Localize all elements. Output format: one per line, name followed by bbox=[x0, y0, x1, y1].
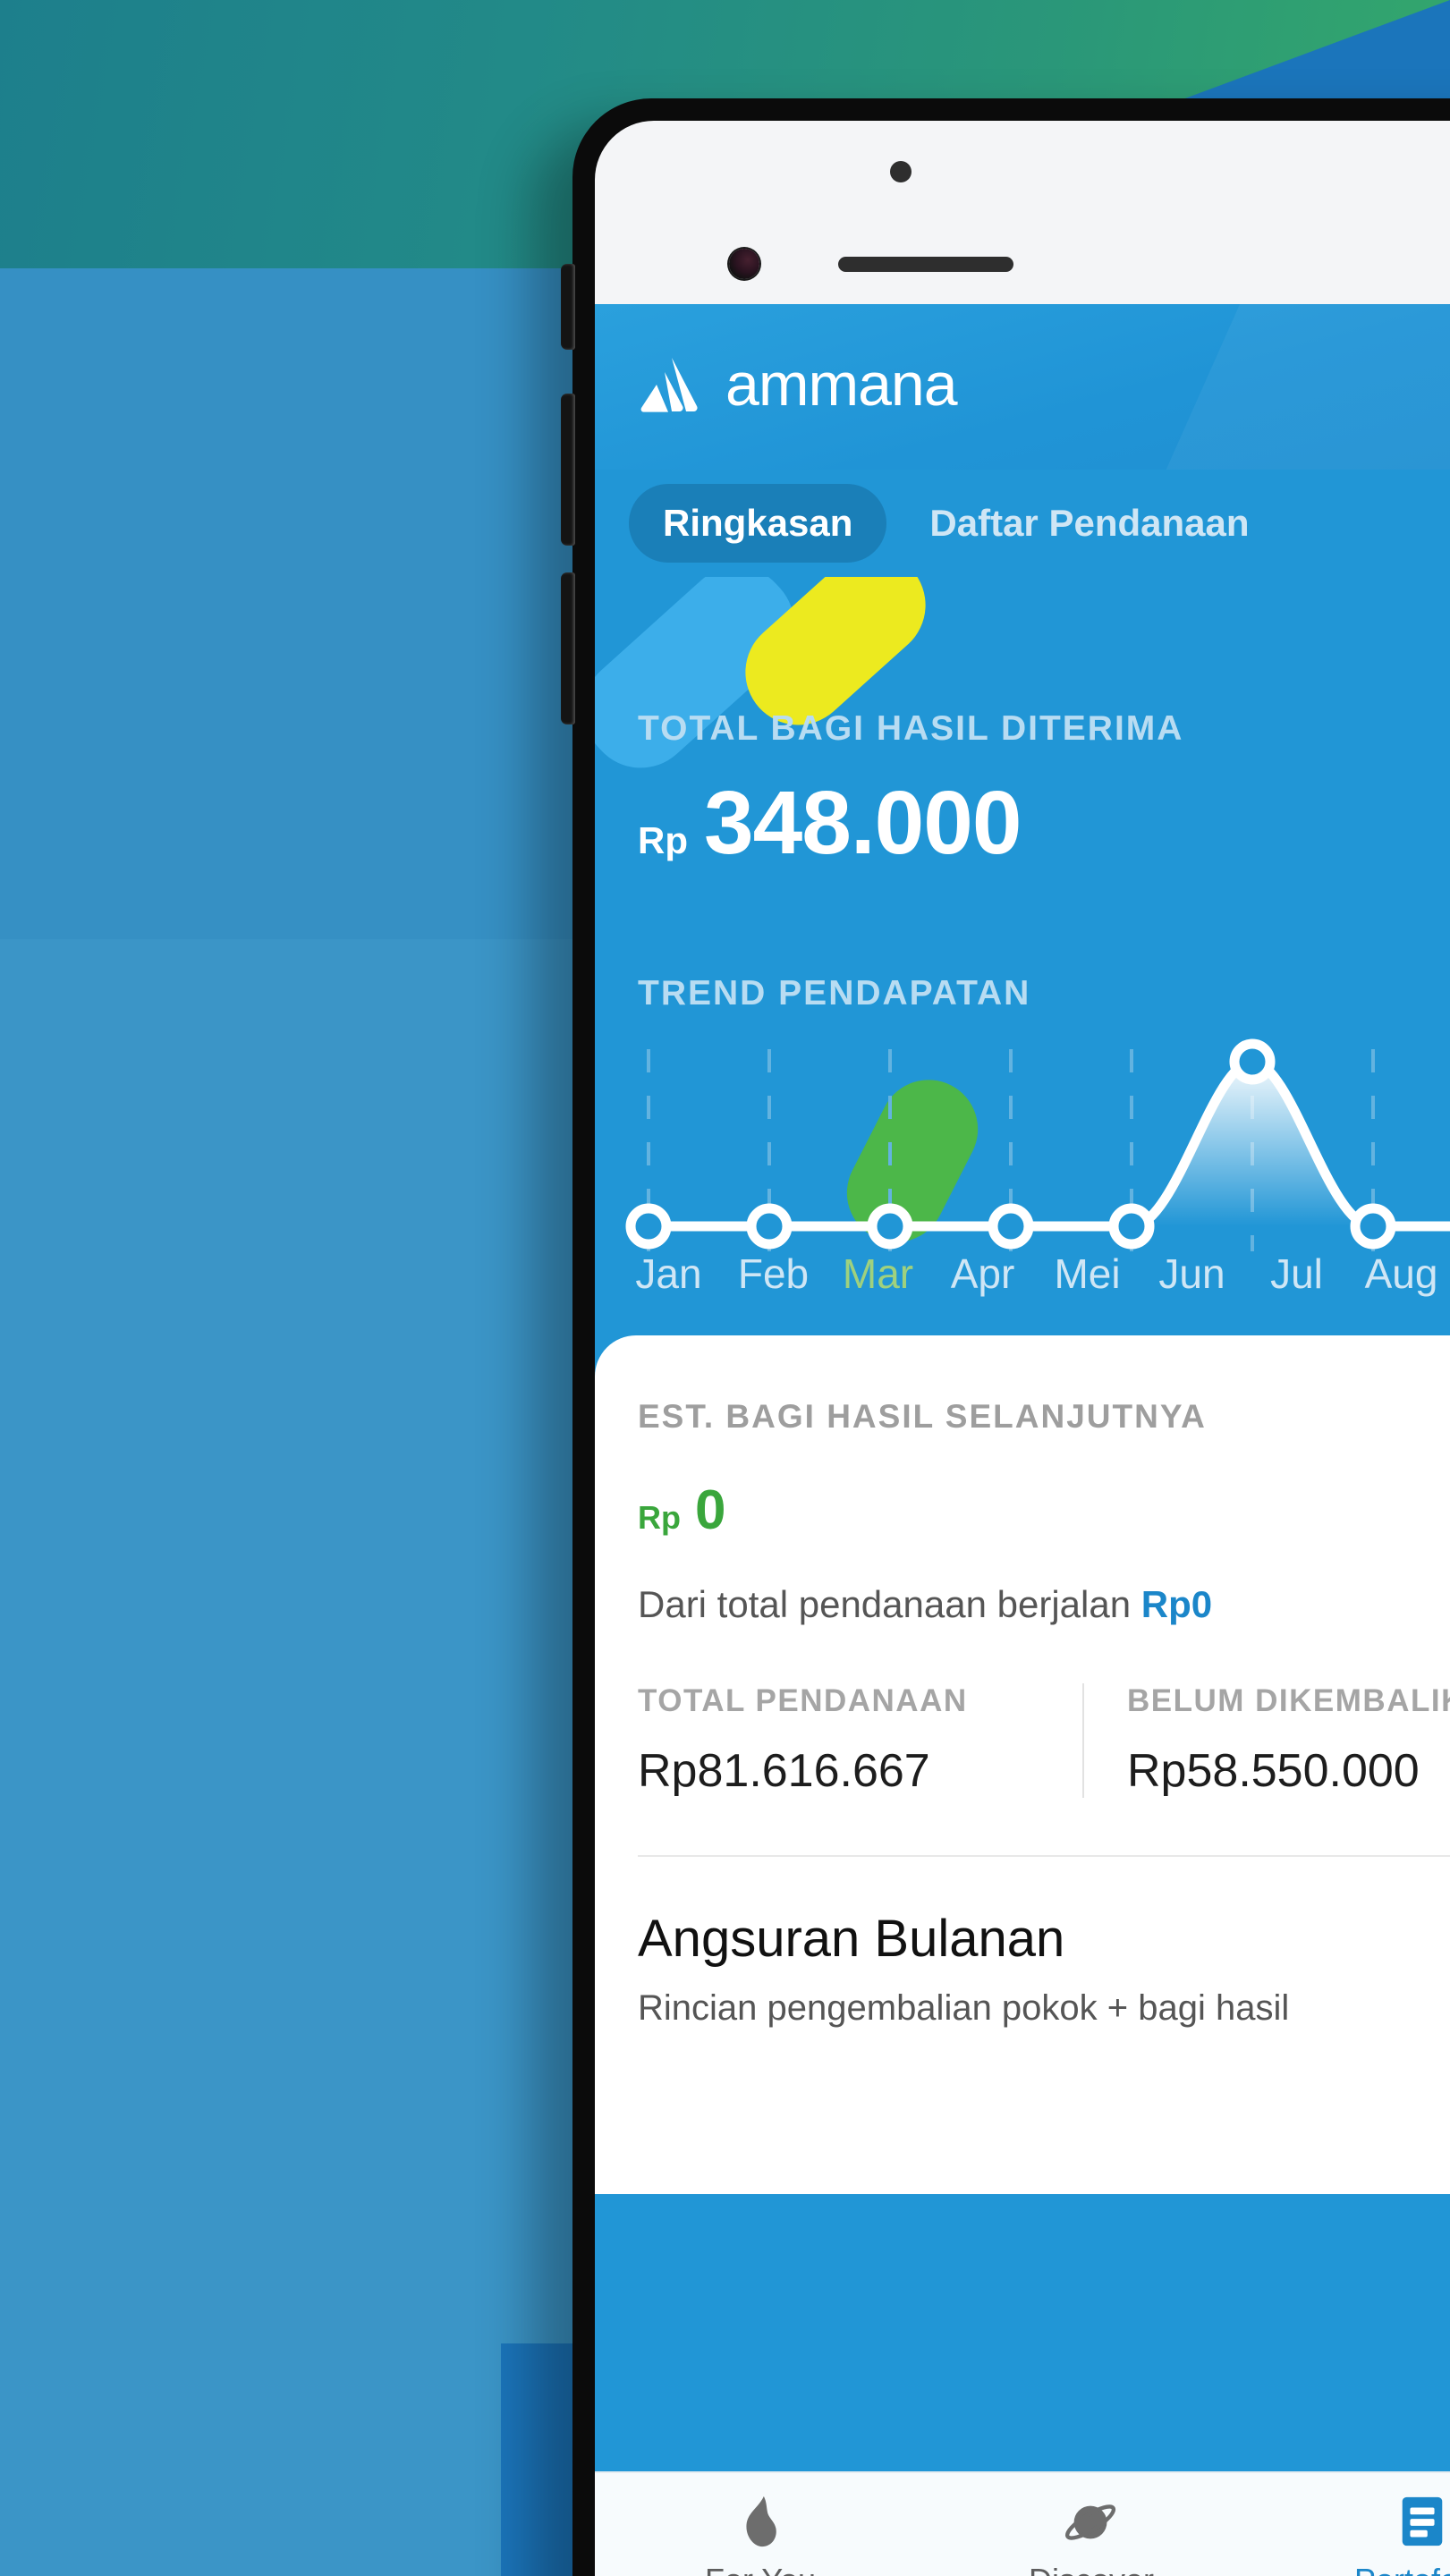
planet-icon bbox=[1064, 2504, 1116, 2540]
chart-title: TREND PENDAPATAN bbox=[638, 974, 1031, 1013]
hero-value: 348.000 bbox=[704, 773, 1022, 873]
chart-tick-jul: Jul bbox=[1270, 1250, 1323, 1297]
section-title: Angsuran Bulanan bbox=[638, 1910, 1065, 1968]
nav-label: Portofolio bbox=[1354, 2562, 1450, 2576]
summary-card: EST. BAGI HASIL SELANJUTNYA Rp 0 Dari to… bbox=[595, 1335, 1450, 2194]
phone-screen-bezel: ammana Ringkasan Daftar Pendanaan TOTAL … bbox=[595, 121, 1450, 2576]
app-header: ammana bbox=[595, 304, 1450, 470]
tab-daftar-pendanaan[interactable]: Daftar Pendanaan bbox=[895, 484, 1283, 563]
ammana-mountain-icon bbox=[640, 358, 698, 412]
phone-frame: ammana Ringkasan Daftar Pendanaan TOTAL … bbox=[561, 98, 1450, 2576]
chart-tick-apr: Apr bbox=[950, 1250, 1015, 1297]
volume-down-button[interactable] bbox=[561, 572, 575, 724]
chart-tick-mar: Mar bbox=[842, 1250, 914, 1297]
section-description: Rincian pengembalian pokok + bagi hasil bbox=[638, 1988, 1290, 2028]
card-divider bbox=[638, 1855, 1450, 1857]
volume-up-button[interactable] bbox=[561, 394, 575, 546]
est-currency: Rp bbox=[638, 1499, 681, 1536]
income-trend-chart: TREND PENDAPATAN Jan Feb Mar Apr Mei Jun… bbox=[595, 962, 1450, 1337]
chart-plot-area bbox=[595, 1028, 1450, 1260]
running-funding-line: Dari total pendanaan berjalan Rp0 bbox=[638, 1583, 1450, 1626]
nav-item-portofolio[interactable]: Portofolio bbox=[1257, 2494, 1450, 2576]
chart-tick-mei: Mei bbox=[1054, 1250, 1121, 1297]
front-camera-icon bbox=[729, 249, 759, 279]
portfolio-icon bbox=[1402, 2496, 1443, 2546]
stats-row: TOTAL PENDANAAN Rp81.616.667 BELUM DIKEM… bbox=[638, 1683, 1450, 1798]
flame-icon bbox=[746, 2496, 776, 2546]
stat-label: TOTAL PENDANAAN bbox=[638, 1683, 968, 1718]
stat-belum-dikembalikan: BELUM DIKEMBALIKAN Rp58.550.000 bbox=[1082, 1683, 1450, 1798]
running-funding-amount[interactable]: Rp0 bbox=[1141, 1583, 1212, 1625]
running-funding-text: Dari total pendanaan berjalan bbox=[638, 1583, 1132, 1625]
stat-value: Rp58.550.000 bbox=[1127, 1745, 1420, 1797]
bottom-navigation: For You Discover Por bbox=[595, 2471, 1450, 2576]
est-value: 0 bbox=[695, 1479, 726, 1541]
brand-name: ammana bbox=[725, 351, 958, 419]
chart-tick-jan: Jan bbox=[635, 1250, 702, 1297]
chart-tick-aug: Aug bbox=[1364, 1250, 1438, 1297]
app-screen: ammana Ringkasan Daftar Pendanaan TOTAL … bbox=[595, 304, 1450, 2576]
chart-svg bbox=[625, 1038, 1450, 1251]
earpiece-speaker-icon bbox=[838, 257, 1013, 272]
nav-label: Discover bbox=[1029, 2562, 1154, 2576]
proximity-sensor-icon bbox=[890, 161, 912, 182]
hero-currency: Rp bbox=[638, 819, 688, 861]
chart-x-axis-labels: Jan Feb Mar Apr Mei Jun Jul Aug bbox=[595, 1250, 1450, 1298]
nav-item-for-you[interactable]: For You bbox=[595, 2494, 926, 2576]
nav-label: For You bbox=[705, 2562, 816, 2576]
stat-label: BELUM DIKEMBALIKAN bbox=[1127, 1683, 1450, 1718]
est-label: EST. BAGI HASIL SELANJUTNYA bbox=[638, 1398, 1207, 1435]
brand-logo: ammana bbox=[638, 351, 958, 419]
est-amount: Rp 0 bbox=[638, 1479, 1450, 1542]
chart-tick-feb: Feb bbox=[737, 1250, 810, 1297]
tab-ringkasan[interactable]: Ringkasan bbox=[629, 484, 887, 563]
chart-tick-jun: Jun bbox=[1158, 1250, 1225, 1297]
tab-bar: Ringkasan Daftar Pendanaan bbox=[595, 470, 1450, 577]
hero-label: TOTAL BAGI HASIL DITERIMA bbox=[638, 709, 1184, 748]
stat-total-pendanaan: TOTAL PENDANAAN Rp81.616.667 bbox=[638, 1683, 1082, 1798]
hero-amount: Rp 348.000 bbox=[638, 772, 1022, 875]
stat-value: Rp81.616.667 bbox=[638, 1745, 930, 1797]
nav-item-discover[interactable]: Discover bbox=[926, 2494, 1257, 2576]
header-sheen bbox=[1155, 304, 1450, 470]
mute-switch[interactable] bbox=[561, 264, 575, 350]
hero-summary: TOTAL BAGI HASIL DITERIMA Rp 348.000 bbox=[595, 577, 1450, 962]
